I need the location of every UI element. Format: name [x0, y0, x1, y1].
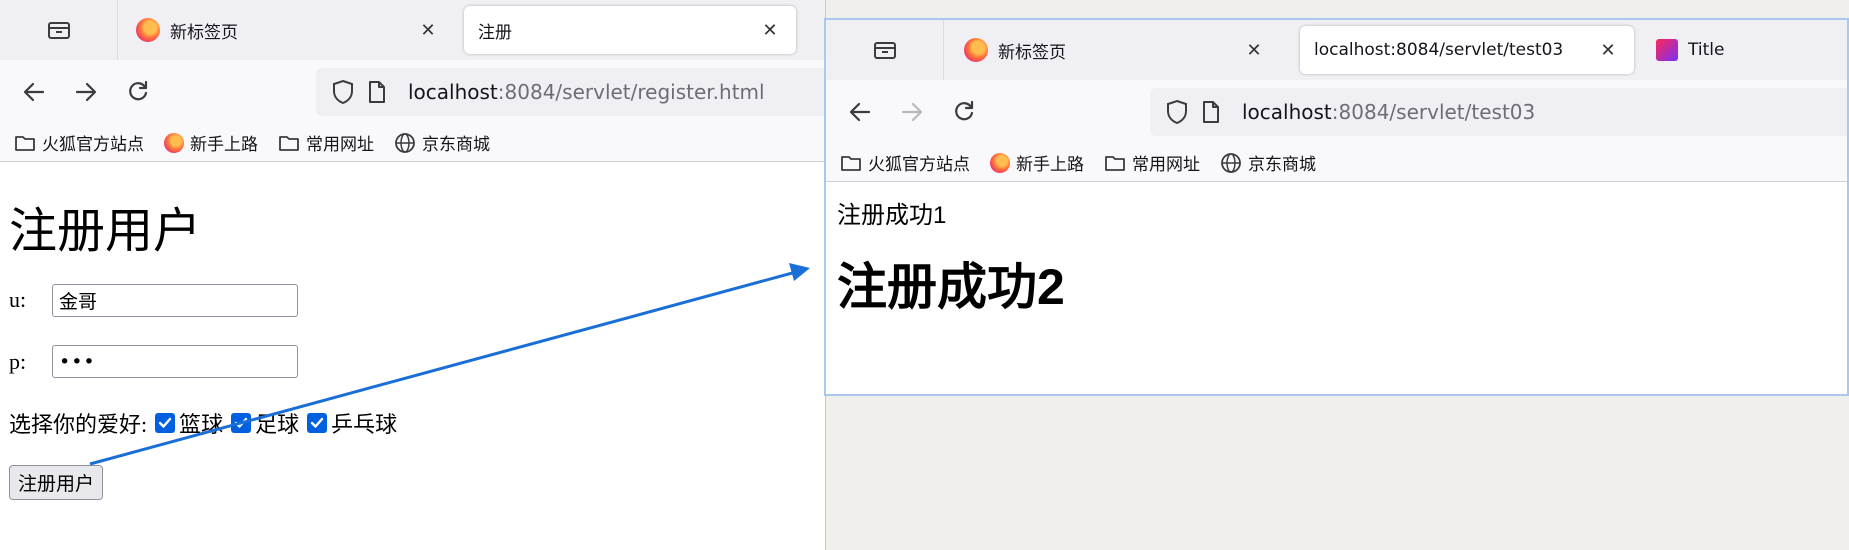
back-button[interactable]: [8, 66, 60, 118]
page-icon[interactable]: [1194, 95, 1228, 129]
url-text[interactable]: localhost:8084/servlet/register.html: [408, 80, 765, 104]
register-submit-button[interactable]: 注册用户: [9, 465, 104, 500]
tab-title[interactable]: Title: [1642, 26, 1847, 74]
checkmark-icon: [310, 417, 324, 428]
bookmark-folder[interactable]: 常用网址: [1104, 150, 1200, 175]
url-host: localhost: [408, 80, 498, 104]
checkmark-icon: [234, 417, 248, 428]
globe-icon: [395, 132, 415, 153]
bookmark-label: 常用网址: [1132, 155, 1200, 175]
forward-arrow-icon: [75, 82, 97, 102]
page-content: 注册成功1 注册成功2: [826, 183, 1847, 394]
bookmark-item[interactable]: 京东商城: [1220, 150, 1316, 175]
address-bar[interactable]: localhost:8084/servlet/test03: [1150, 88, 1847, 136]
browser-window-register: 新标签页 ✕ 注册 ✕ localhost:8084/servlet/regis…: [0, 0, 826, 550]
hobby-label: 选择你的爱好:: [9, 412, 148, 437]
nav-toolbar: localhost:8084/servlet/test03: [826, 80, 1847, 144]
close-icon[interactable]: ✕: [1242, 38, 1266, 62]
bookmark-folder[interactable]: 火狐官方站点: [14, 130, 144, 155]
address-bar[interactable]: localhost:8084/servlet/register.html: [316, 68, 825, 116]
username-input[interactable]: 金哥: [52, 284, 298, 317]
result-heading: 注册成功2: [837, 259, 1065, 315]
hobby-row: 选择你的爱好: 篮球 足球 乒乓球: [9, 407, 397, 439]
basketball-checkbox[interactable]: [155, 413, 176, 433]
back-arrow-icon: [23, 82, 45, 102]
close-icon[interactable]: ✕: [758, 18, 782, 42]
tab-label: 新标签页: [170, 22, 238, 43]
page-content: 注册用户 u: 金哥 p: ••• 选择你的爱好: 篮球 足球 乒乓球 注册用户: [0, 163, 825, 550]
reload-button[interactable]: [938, 86, 990, 138]
tab-label: 注册: [478, 22, 512, 43]
tab-test03[interactable]: localhost:8084/servlet/test03 ✕: [1300, 26, 1634, 74]
checkmark-icon: [158, 417, 172, 428]
close-icon[interactable]: ✕: [416, 18, 440, 42]
firefox-icon: [164, 132, 184, 153]
reload-button[interactable]: [112, 66, 164, 118]
bookmarks-toolbar: 火狐官方站点 新手上路 常用网址 京东商城: [0, 124, 825, 162]
tab-label: Title: [1688, 40, 1725, 60]
football-checkbox[interactable]: [231, 413, 252, 433]
url-path: :8084/servlet/register.html: [497, 80, 765, 104]
close-icon[interactable]: ✕: [1596, 38, 1620, 62]
bookmark-label: 新手上路: [190, 135, 258, 155]
tab-list-icon: [47, 22, 70, 39]
password-label: p:: [9, 349, 27, 374]
tab-register[interactable]: 注册 ✕: [464, 6, 796, 54]
bookmark-item[interactable]: 新手上路: [164, 130, 258, 155]
tab-label: localhost:8084/servlet/test03: [1314, 40, 1564, 60]
tab-overview-button[interactable]: [0, 0, 118, 60]
bookmark-label: 常用网址: [306, 135, 374, 155]
password-input[interactable]: •••: [52, 345, 298, 378]
forward-button[interactable]: [60, 66, 112, 118]
username-label: u:: [9, 287, 27, 312]
tab-overview-button[interactable]: [826, 20, 944, 80]
hobby-option-label: 乒乓球: [331, 412, 398, 437]
hobby-option-label: 足球: [255, 412, 300, 437]
intellij-icon: [1656, 39, 1678, 61]
forward-button[interactable]: [886, 86, 938, 138]
firefox-icon: [964, 38, 988, 62]
bookmark-item[interactable]: 新手上路: [990, 150, 1084, 175]
tab-list-icon: [873, 42, 896, 59]
bookmark-label: 京东商城: [422, 135, 490, 155]
firefox-icon: [990, 152, 1010, 173]
bookmark-folder[interactable]: 火狐官方站点: [840, 150, 970, 175]
back-button[interactable]: [834, 86, 886, 138]
bookmark-label: 火狐官方站点: [868, 155, 970, 175]
reload-icon: [955, 100, 974, 121]
hobby-option-label: 篮球: [179, 412, 224, 437]
url-text[interactable]: localhost:8084/servlet/test03: [1242, 100, 1535, 124]
tab-new-tab[interactable]: 新标签页 ✕: [950, 26, 1280, 74]
bookmark-label: 火狐官方站点: [42, 135, 144, 155]
bookmark-item[interactable]: 京东商城: [394, 130, 490, 155]
folder-icon: [15, 135, 35, 151]
tab-new-tab[interactable]: 新标签页 ✕: [122, 6, 454, 54]
url-host: localhost: [1242, 100, 1332, 124]
tab-bar: 新标签页 ✕ 注册 ✕: [0, 0, 825, 60]
tab-bar: 新标签页 ✕ localhost:8084/servlet/test03 ✕ T…: [826, 20, 1847, 80]
folder-icon: [1105, 155, 1125, 171]
folder-icon: [279, 135, 299, 151]
shield-icon[interactable]: [1160, 95, 1194, 129]
bookmark-label: 京东商城: [1248, 155, 1316, 175]
browser-window-result: 新标签页 ✕ localhost:8084/servlet/test03 ✕ T…: [824, 18, 1849, 396]
pingpong-checkbox[interactable]: [307, 413, 328, 433]
nav-toolbar: localhost:8084/servlet/register.html: [0, 60, 825, 124]
reload-icon: [129, 80, 148, 101]
tab-label: 新标签页: [998, 42, 1066, 63]
bookmark-label: 新手上路: [1016, 155, 1084, 175]
page-icon[interactable]: [360, 75, 394, 109]
globe-icon: [1221, 152, 1241, 173]
forward-arrow-icon: [901, 102, 923, 122]
bookmarks-toolbar: 火狐官方站点 新手上路 常用网址 京东商城: [826, 144, 1847, 182]
bookmark-folder[interactable]: 常用网址: [278, 130, 374, 155]
result-line-1: 注册成功1: [837, 202, 947, 229]
url-path: :8084/servlet/test03: [1331, 100, 1536, 124]
firefox-icon: [136, 18, 160, 42]
folder-icon: [841, 155, 861, 171]
back-arrow-icon: [849, 102, 871, 122]
shield-icon[interactable]: [326, 75, 360, 109]
page-title: 注册用户: [9, 205, 202, 258]
